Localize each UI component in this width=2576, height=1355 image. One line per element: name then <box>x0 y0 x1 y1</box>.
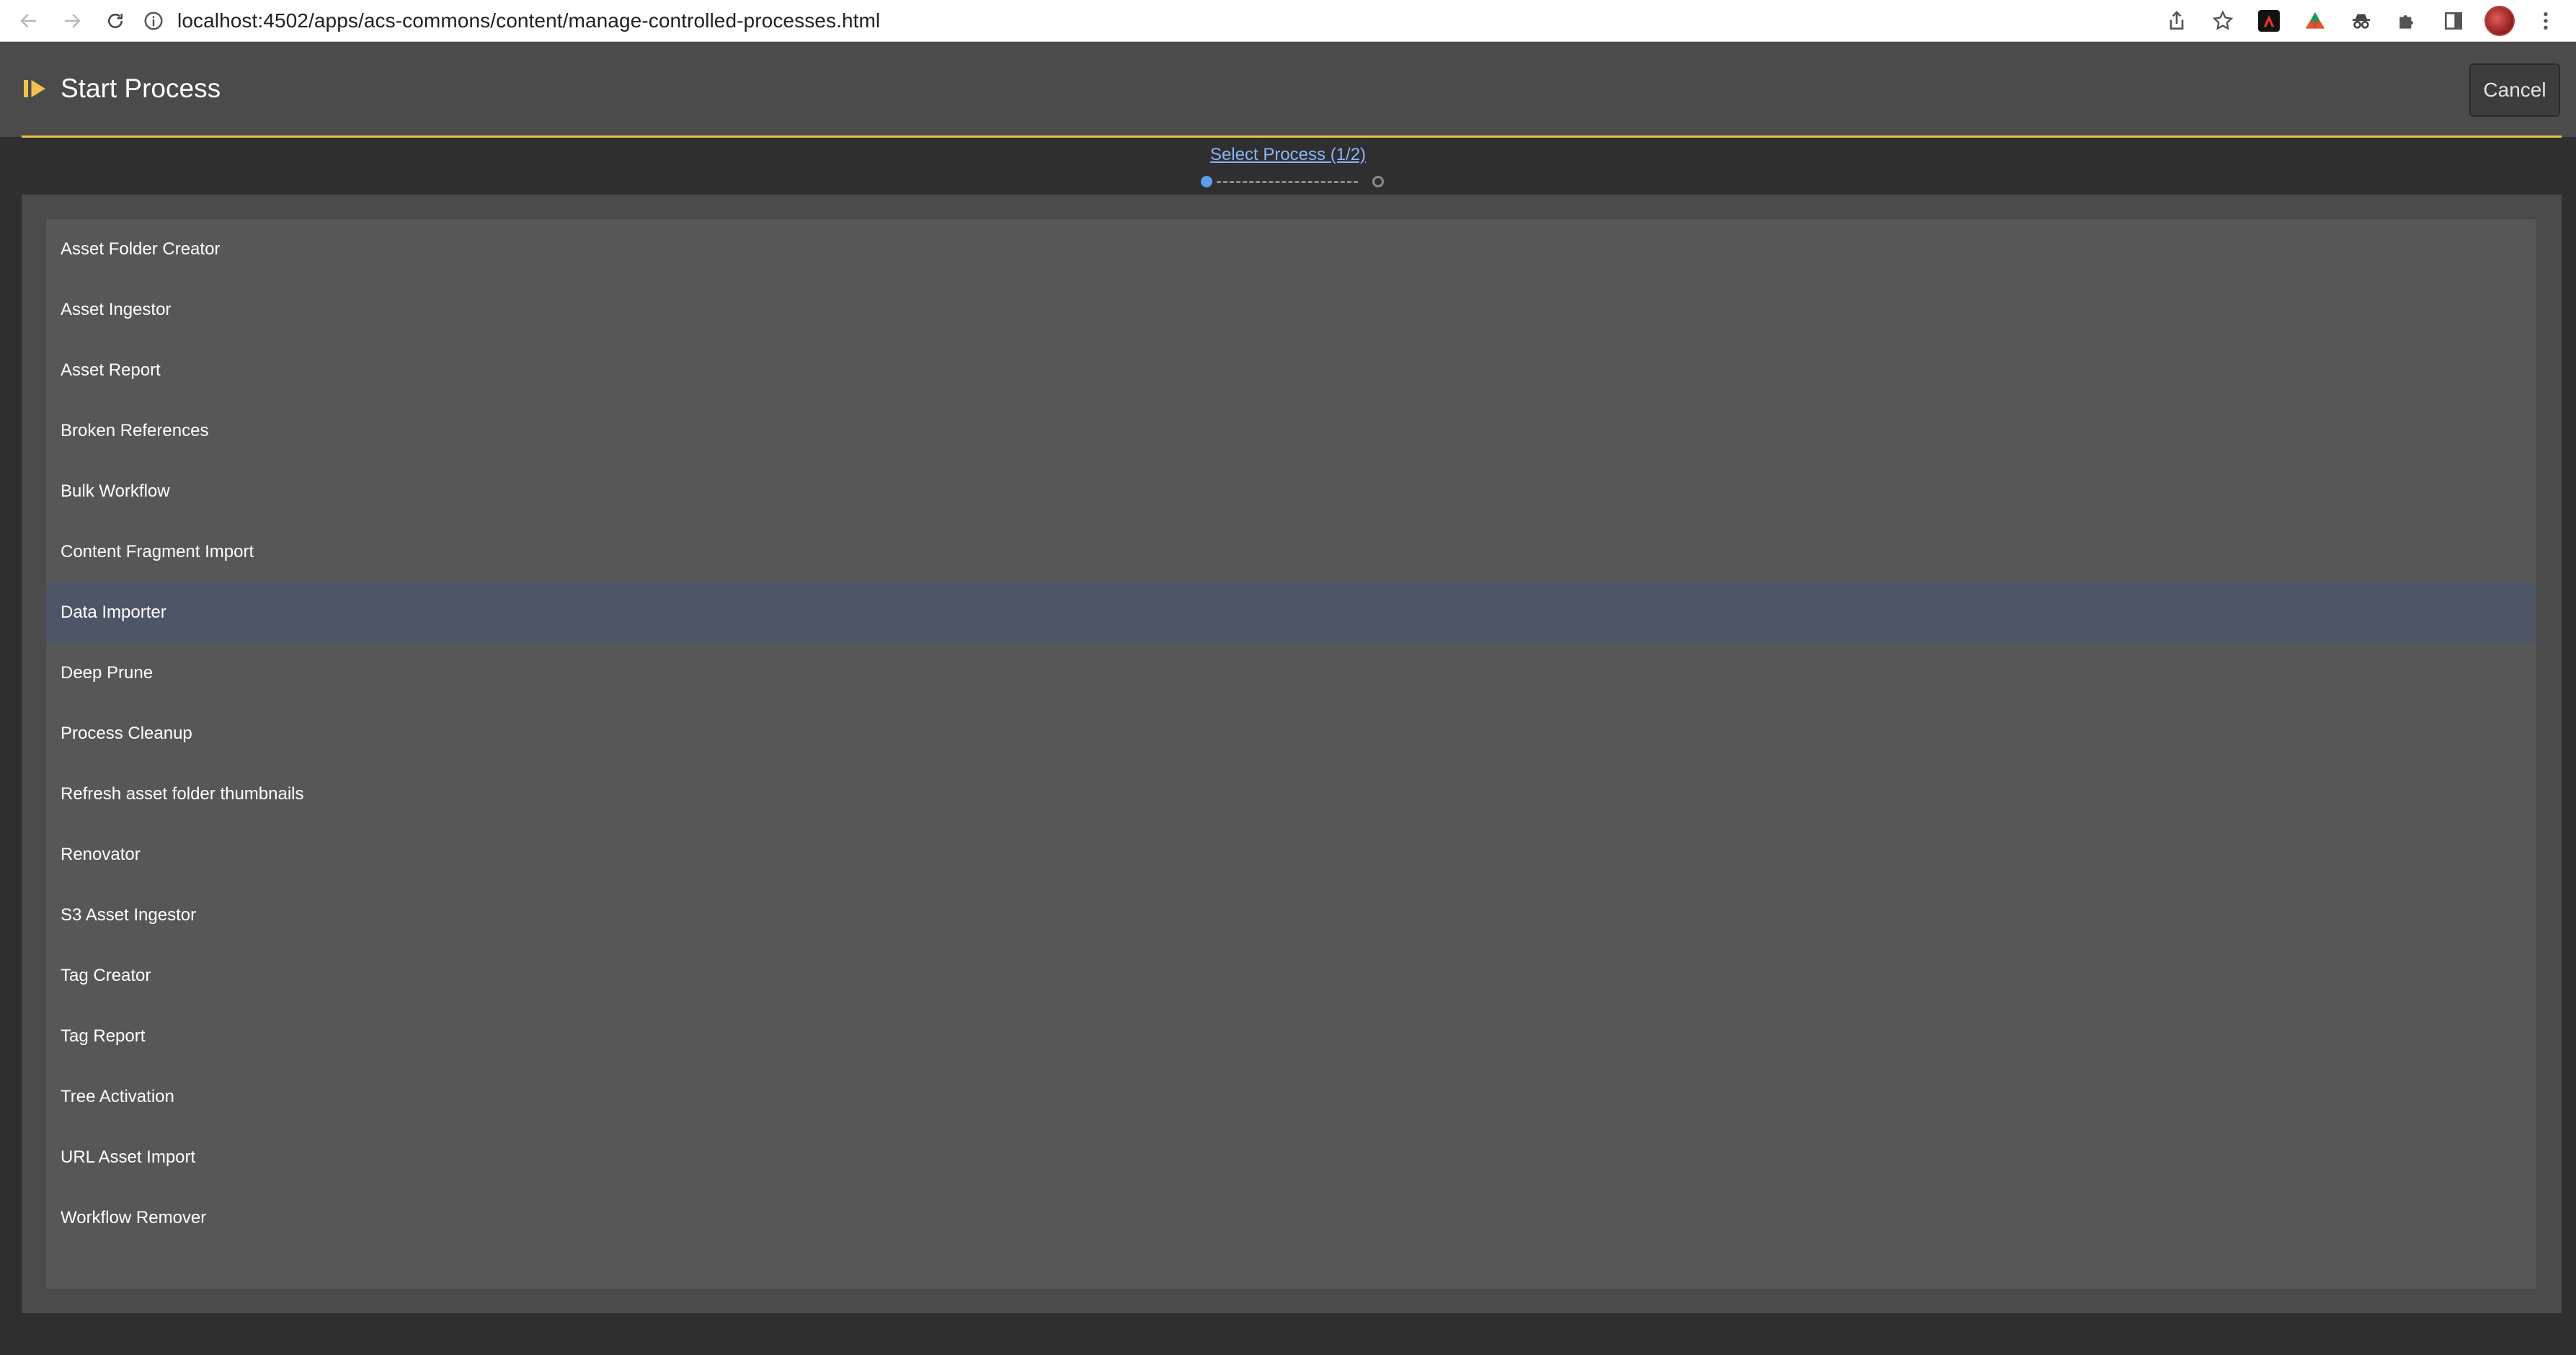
extension-incognito-button[interactable] <box>2345 5 2377 37</box>
list-item[interactable]: Process Cleanup <box>46 703 2536 764</box>
step-1-dot[interactable] <box>1201 176 1212 187</box>
arrow-right-icon <box>65 13 81 28</box>
reload-button[interactable] <box>101 6 130 35</box>
browser-menu-button[interactable] <box>2530 5 2562 37</box>
extension-adobe-button[interactable] <box>2253 5 2285 37</box>
step-2-dot[interactable] <box>1372 176 1384 187</box>
forward-button[interactable] <box>58 6 86 35</box>
wizard-stepper <box>1196 174 1384 188</box>
list-item[interactable]: Bulk Workflow <box>46 461 2536 522</box>
reload-icon <box>108 13 123 28</box>
bookmark-button[interactable] <box>2207 5 2239 37</box>
extensions-button[interactable] <box>2391 5 2423 37</box>
process-list: Asset Folder Creator Asset Ingestor Asset … <box>45 218 2537 1290</box>
list-item[interactable]: Broken References <box>46 401 2536 461</box>
process-panel: Asset Folder Creator Asset Ingestor Asset … <box>22 195 2562 1313</box>
puzzle-icon <box>2399 15 2413 29</box>
list-item[interactable]: Asset Folder Creator <box>46 219 2536 280</box>
list-item[interactable]: Tree Activation <box>46 1067 2536 1127</box>
list-item[interactable]: Workflow Remover <box>46 1188 2536 1248</box>
dialog-header: Start Process Cancel <box>0 42 2576 137</box>
list-item[interactable]: Content Fragment Import <box>46 522 2536 582</box>
step-connector <box>1217 181 1358 183</box>
step-link[interactable]: Select Process (1/2) <box>1210 145 1366 164</box>
address-bar[interactable]: localhost:4502/apps/acs-commons/content/… <box>143 4 1988 37</box>
side-panel-button[interactable] <box>2438 5 2469 37</box>
list-item[interactable]: Tag Creator <box>46 946 2536 1006</box>
profile-button[interactable] <box>2484 5 2515 37</box>
dialog-title-group: Start Process <box>22 71 221 107</box>
wizard-step-indicator: Select Process (1/2) <box>0 145 2576 165</box>
adobe-extension-icon <box>2258 10 2280 32</box>
extension-drive-button[interactable] <box>2299 5 2331 37</box>
kebab-menu-icon <box>2544 12 2548 30</box>
info-icon[interactable] <box>143 10 164 32</box>
arrow-left-icon <box>20 13 36 28</box>
list-item[interactable]: URL Asset Import <box>46 1127 2536 1188</box>
list-item[interactable]: Asset Report <box>46 340 2536 401</box>
spy-extension-icon <box>2353 14 2370 29</box>
url-text[interactable]: localhost:4502/apps/acs-commons/content/… <box>177 9 880 32</box>
side-panel-icon <box>2445 12 2462 30</box>
avatar <box>2484 6 2515 36</box>
list-item[interactable]: S3 Asset Ingestor <box>46 885 2536 946</box>
back-button[interactable] <box>14 6 43 35</box>
app-content: Start Process Cancel Select Process (1/2… <box>0 42 2576 1355</box>
cancel-button[interactable]: Cancel <box>2469 63 2560 117</box>
star-icon <box>2212 10 2234 30</box>
page-title: Start Process <box>61 74 221 103</box>
share-icon <box>2169 11 2184 30</box>
browser-actions <box>2161 0 2576 42</box>
share-button[interactable] <box>2161 5 2193 37</box>
list-item[interactable]: Deep Prune <box>46 643 2536 703</box>
header-accent-rule <box>22 136 2562 138</box>
list-item[interactable]: Asset Ingestor <box>46 280 2536 340</box>
browser-toolbar: localhost:4502/apps/acs-commons/content/… <box>0 0 2576 42</box>
list-item[interactable]: Refresh asset folder thumbnails <box>46 764 2536 825</box>
list-item[interactable]: Renovator <box>46 825 2536 885</box>
play-step-icon <box>24 80 45 97</box>
triangle-extension-icon <box>2305 12 2325 29</box>
list-item[interactable]: Data Importer <box>46 582 2536 643</box>
list-item[interactable]: Tag Report <box>46 1006 2536 1067</box>
